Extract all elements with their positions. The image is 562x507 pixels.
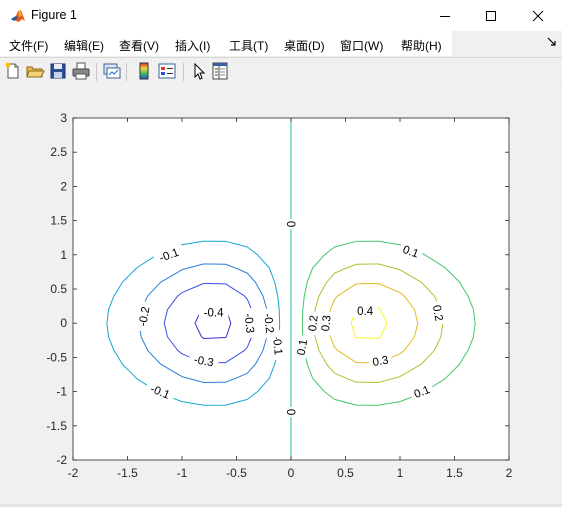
- y-tick-label: 3: [60, 111, 67, 125]
- contour-label-text: -0.1: [270, 335, 284, 356]
- window-title: Figure 1: [31, 8, 77, 22]
- contour-plot: -0.1-0.1-0.1-0.2 -0.2-0.3-0.3-0.4000.10.1…: [46, 111, 513, 480]
- x-tick-label: -0.5: [226, 466, 247, 480]
- toolbar-separator: [183, 63, 184, 81]
- menu-edit[interactable]: 编辑(E): [64, 37, 104, 54]
- figure-canvas[interactable]: -0.1 -0.1 -0.1 -0.2 -0.2 -0.3 -0.3 -0.4 0 0 0.1 0.1…: [1, 86, 561, 504]
- x-tick-label: 2: [506, 466, 513, 480]
- toolbar-separator: [126, 63, 127, 81]
- y-tick-label: 0.5: [50, 282, 67, 296]
- minimize-button[interactable]: [422, 0, 468, 31]
- matlab-app-icon: [10, 8, 26, 24]
- x-tick-label: -1: [177, 466, 188, 480]
- y-tick-label: 1: [60, 248, 67, 262]
- contour-label-text: -0.2: [261, 313, 275, 334]
- x-tick-label: 0.5: [337, 466, 354, 480]
- toolbar-separator: [96, 63, 97, 81]
- y-tick-label: 1.5: [50, 214, 67, 228]
- contour-label: 0: [284, 218, 299, 230]
- insert-colorbar-icon[interactable]: [134, 61, 154, 81]
- edit-plot-pointer-icon[interactable]: [189, 61, 209, 81]
- x-tick-label: 1.5: [446, 466, 463, 480]
- contour-label: 0: [284, 406, 299, 418]
- close-button[interactable]: [515, 0, 561, 31]
- y-tick-label: -1.5: [46, 419, 67, 433]
- minimize-icon: [440, 15, 450, 17]
- menu-tools[interactable]: 工具(T): [229, 37, 268, 54]
- y-tick-label: 0: [60, 316, 67, 330]
- contour-label-text: 0: [284, 221, 296, 227]
- menu-bar: 文件(F) 编辑(E) 查看(V) 插入(I) 工具(T) 桌面(D) 窗口(W…: [0, 31, 562, 56]
- x-tick-label: 0: [288, 466, 295, 480]
- contour-label: 0.3: [316, 310, 334, 336]
- contour-label-text: -0.4: [204, 307, 224, 319]
- close-icon: [532, 10, 544, 21]
- menu-file[interactable]: 文件(F): [9, 37, 48, 54]
- contour-label-text: 0: [284, 409, 296, 415]
- menu-desktop[interactable]: 桌面(D): [284, 37, 325, 54]
- menu-help[interactable]: 帮助(H): [401, 37, 442, 54]
- contour-label-text: 0.4: [357, 306, 374, 318]
- x-tick-label: 1: [397, 466, 404, 480]
- y-tick-label: -0.5: [46, 350, 67, 364]
- maximize-icon: [486, 10, 496, 21]
- y-tick-label: -1: [56, 385, 67, 399]
- link-plot-icon[interactable]: [102, 61, 122, 81]
- maximize-button[interactable]: [468, 0, 514, 31]
- x-tick-label: -1.5: [117, 466, 138, 480]
- y-tick-label: -2: [56, 453, 67, 467]
- contour-label-text: 0.3: [320, 315, 334, 332]
- property-inspector-icon[interactable]: [210, 61, 230, 81]
- y-tick-label: 2: [60, 179, 67, 193]
- figure-toolbar: [0, 57, 562, 87]
- menu-view[interactable]: 查看(V): [119, 37, 159, 54]
- open-file-icon[interactable]: [25, 61, 45, 81]
- print-icon[interactable]: [71, 61, 91, 81]
- dock-figure-icon[interactable]: [546, 36, 558, 48]
- x-tick-label: -2: [68, 466, 79, 480]
- insert-legend-icon[interactable]: [157, 61, 177, 81]
- title-bar: Figure 1: [0, 0, 562, 31]
- new-figure-icon[interactable]: [3, 61, 23, 81]
- menu-window[interactable]: 窗口(W): [340, 37, 383, 54]
- contour-label-text: -0.3: [242, 313, 256, 334]
- contour-label: 0.4: [353, 302, 377, 318]
- menu-bar-strip: 文件(F) 编辑(E) 查看(V) 插入(I) 工具(T) 桌面(D) 窗口(W…: [0, 31, 452, 56]
- y-tick-label: 2.5: [50, 145, 67, 159]
- menu-insert[interactable]: 插入(I): [175, 37, 210, 54]
- save-icon[interactable]: [48, 61, 68, 81]
- contour-label: -0.4: [198, 304, 229, 319]
